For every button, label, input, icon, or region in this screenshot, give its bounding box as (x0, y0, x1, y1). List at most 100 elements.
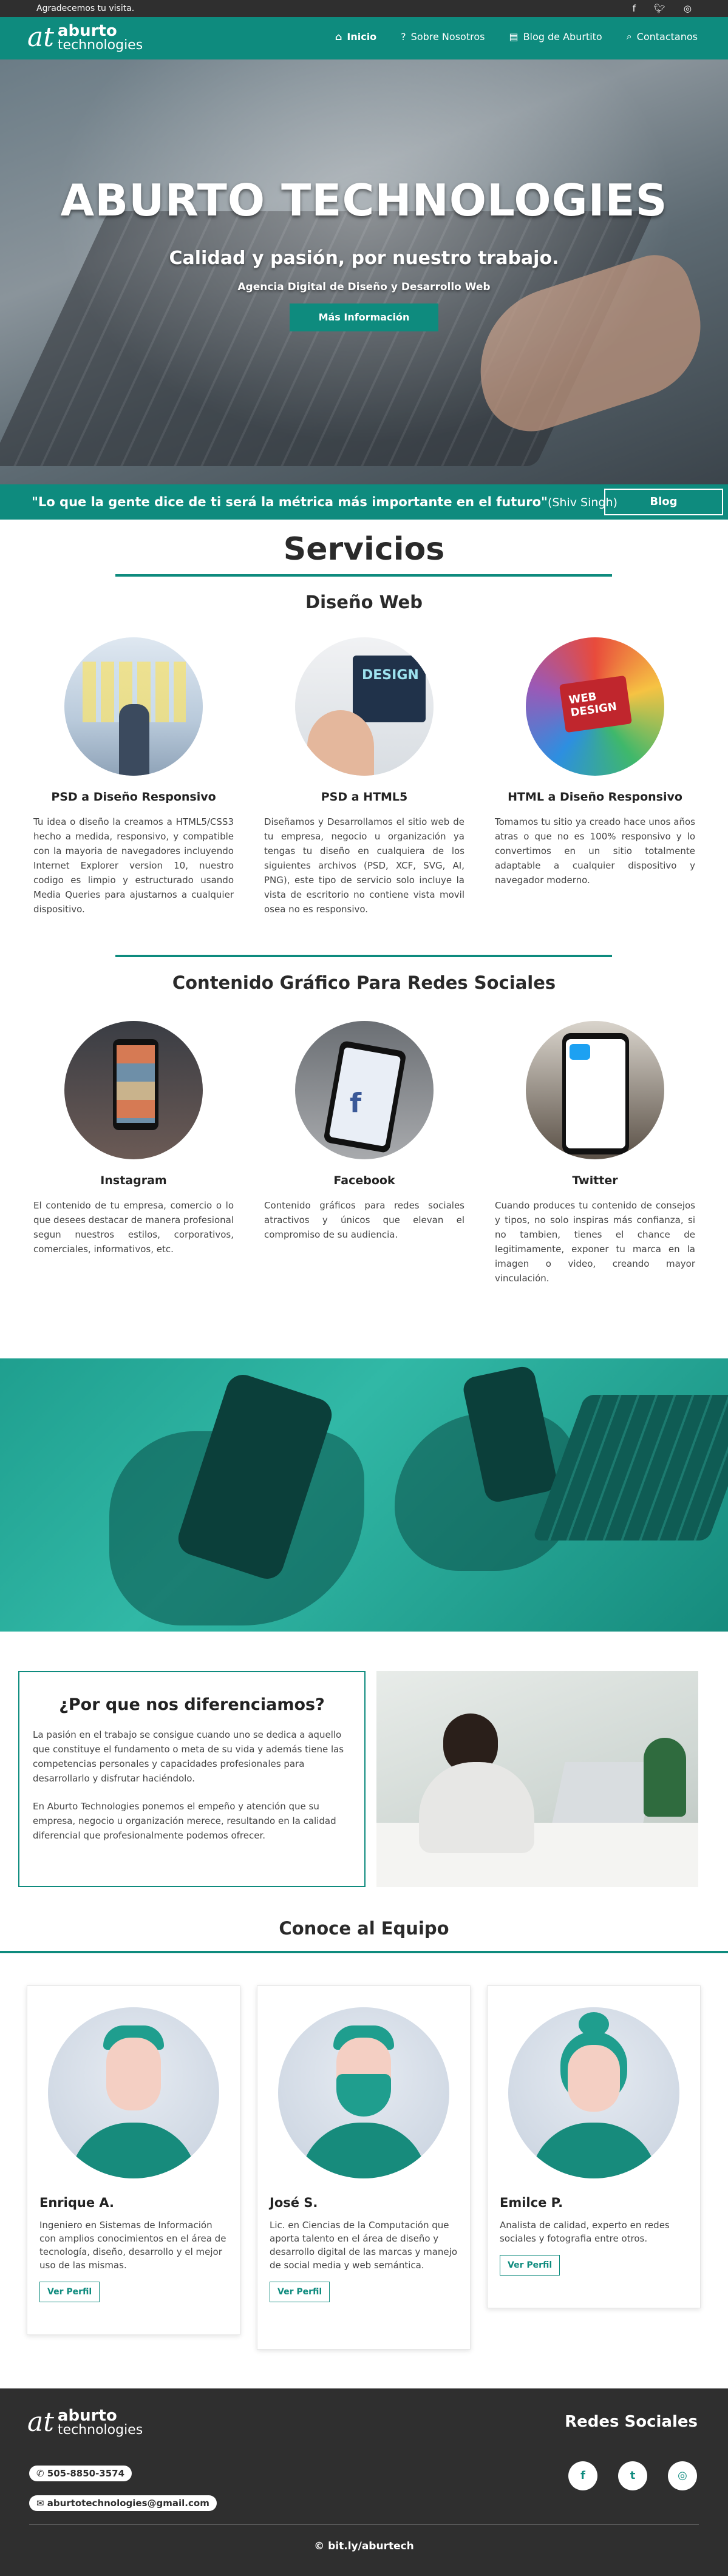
avatar (278, 2007, 449, 2178)
footer-link[interactable]: © bit.ly/aburtech (0, 2540, 728, 2552)
top-bar: Agradecemos tu visita. f 🐦︎ ◎ (0, 0, 728, 17)
email-icon: ✉ (36, 2498, 47, 2509)
logo-line1: aburto (57, 2407, 117, 2425)
service-title: Instagram (100, 1174, 167, 1187)
quote-body: "Lo que la gente dice de ti será la métr… (32, 495, 548, 509)
social-heading: Redes Sociales (565, 2413, 698, 2431)
quote-banner: "Lo que la gente dice de ti será la métr… (0, 484, 728, 520)
section-divider (115, 574, 612, 577)
service-card: PSD a Diseño Responsivo Tu idea o diseño… (33, 637, 234, 917)
service-title: HTML a Diseño Responsivo (508, 790, 682, 804)
service-card: Instagram El contenido de tu empresa, co… (33, 1021, 234, 1256)
hero-title: ABURTO TECHNOLOGIES (60, 175, 668, 226)
service-description: El contenido de tu empresa, comercio o l… (33, 1200, 234, 1255)
nav-item-label: Contactanos (636, 30, 698, 42)
member-bio: Analista de calidad, experto en redes so… (500, 2220, 670, 2244)
differentiators-box: ¿Por que nos diferenciamos? La pasión en… (18, 1671, 366, 1887)
team-card: Emilce P. Analista de calidad, experto e… (487, 1985, 701, 2308)
facebook-icon[interactable]: f (633, 3, 636, 14)
service-card: Twitter Cuando produces tu contenido de … (495, 1021, 695, 1286)
nav-item-label: Blog de Aburtito (523, 30, 602, 42)
hero-subtitle: Agencia Digital de Diseño y Desarrollo W… (237, 281, 491, 293)
phone-icon: ✆ (36, 2468, 47, 2479)
logo-mark: at (27, 2407, 54, 2438)
nav-item-blog[interactable]: ▤ Blog de Aburtito (509, 30, 602, 42)
footer: at aburto technologies Redes Sociales f … (0, 2388, 728, 2576)
home-icon: ⌂ (335, 30, 342, 42)
nav-item-label: Inicio (347, 30, 377, 42)
service-image: f (295, 1021, 434, 1159)
section-divider (115, 955, 612, 957)
service-description: Contenido gráficos para redes sociales a… (264, 1200, 464, 1240)
service-title: Facebook (333, 1174, 395, 1187)
service-description: Tu idea o diseño la creamos a HTML5/CSS3… (33, 816, 234, 915)
service-description: Cuando produces tu contenido de consejos… (495, 1200, 695, 1284)
view-profile-button[interactable]: Ver Perfil (500, 2255, 560, 2276)
quote-text: "Lo que la gente dice de ti será la métr… (32, 495, 617, 509)
phone-number: 505-8850-3574 (47, 2468, 125, 2479)
woman-desk-image (376, 1671, 698, 1887)
web-design-heading: Diseño Web (305, 592, 423, 612)
section-divider (0, 1951, 728, 1953)
logo-line1: aburto (57, 22, 117, 40)
twitter-icon[interactable]: 🐦︎ (654, 3, 665, 14)
member-name: José S. (270, 2195, 318, 2210)
top-social-links: f 🐦︎ ◎ (633, 3, 692, 14)
service-card: f Facebook Contenido gráficos para redes… (264, 1021, 464, 1242)
nav-item-sobre-nosotros[interactable]: ? Sobre Nosotros (401, 30, 485, 42)
differentiators-title: ¿Por que nos diferenciamos? (59, 1695, 325, 1714)
email-pill[interactable]: ✉ aburtotechnologies@gmail.com (29, 2495, 217, 2511)
service-title: Twitter (572, 1174, 618, 1187)
nav-menu: ⌂ Inicio ? Sobre Nosotros ▤ Blog de Abur… (335, 30, 698, 42)
member-name: Enrique A. (39, 2195, 115, 2210)
nav-item-contactanos[interactable]: ⌕ Contactanos (627, 30, 698, 42)
hero-banner: ABURTO TECHNOLOGIES Calidad y pasión, po… (0, 59, 728, 484)
question-icon: ? (401, 30, 406, 42)
nav-item-label: Sobre Nosotros (410, 30, 485, 42)
view-profile-button[interactable]: Ver Perfil (270, 2282, 330, 2302)
blog-button[interactable]: Blog (604, 489, 723, 515)
search-icon: ⌕ (626, 30, 632, 42)
phone-pill[interactable]: ✆ 505-8850-3574 (29, 2466, 132, 2481)
service-description: Diseñamos y Desarrollamos el sitio web d… (264, 816, 464, 915)
service-description: Tomamos tu sitio ya creado hace unos año… (495, 816, 695, 886)
brand-logo[interactable]: at aburto technologies (27, 23, 143, 52)
instagram-icon[interactable]: ◎ (684, 3, 692, 14)
member-bio: Ingeniero en Sistemas de Información con… (39, 2220, 226, 2271)
team-title: Conoce al Equipo (279, 1918, 449, 1939)
greeting-text: Agradecemos tu visita. (36, 4, 135, 13)
footer-divider (29, 2524, 699, 2525)
service-image (64, 637, 203, 776)
service-image (526, 1021, 664, 1159)
footer-logo[interactable]: at aburto technologies (27, 2408, 143, 2437)
phone-hands-image (0, 1358, 728, 1632)
service-image (64, 1021, 203, 1159)
service-title: PSD a HTML5 (321, 790, 408, 804)
more-info-button[interactable]: Más Información (290, 303, 438, 331)
hero-tagline: Calidad y pasión, por nuestro trabajo. (169, 248, 559, 269)
avatar (508, 2007, 679, 2178)
facebook-icon[interactable]: f (568, 2461, 597, 2490)
view-profile-button[interactable]: Ver Perfil (39, 2282, 100, 2302)
main-navbar: at aburto technologies ⌂ Inicio ? Sobre … (0, 17, 728, 59)
logo-line2: technologies (57, 2422, 143, 2438)
social-content-heading: Contenido Gráfico Para Redes Sociales (172, 972, 556, 993)
team-card: José S. Lic. en Ciencias de la Computaci… (257, 1985, 471, 2350)
differentiators-text-1: La pasión en el trabajo se consigue cuan… (33, 1729, 344, 1784)
member-name: Emilce P. (500, 2195, 563, 2210)
service-card: WEB DESIGN HTML a Diseño Responsivo Tomam… (495, 637, 695, 887)
differentiators-text-2: En Aburto Technologies ponemos el empeño… (33, 1801, 336, 1841)
service-card: DESIGN PSD a HTML5 Diseñamos y Desarroll… (264, 637, 464, 917)
service-image: DESIGN (295, 637, 434, 776)
logo-line2: technologies (57, 38, 143, 53)
instagram-icon[interactable]: ◎ (668, 2461, 697, 2490)
member-bio: Lic. en Ciencias de la Computación que a… (270, 2220, 457, 2271)
service-image: WEB DESIGN (526, 637, 664, 776)
nav-item-inicio[interactable]: ⌂ Inicio (335, 30, 376, 42)
service-title: PSD a Diseño Responsivo (51, 790, 216, 804)
team-card: Enrique A. Ingeniero en Sistemas de Info… (27, 1985, 240, 2335)
services-title: Servicios (283, 531, 445, 568)
avatar (48, 2007, 219, 2178)
logo-mark: at (27, 22, 54, 53)
twitter-icon[interactable]: t (618, 2461, 647, 2490)
